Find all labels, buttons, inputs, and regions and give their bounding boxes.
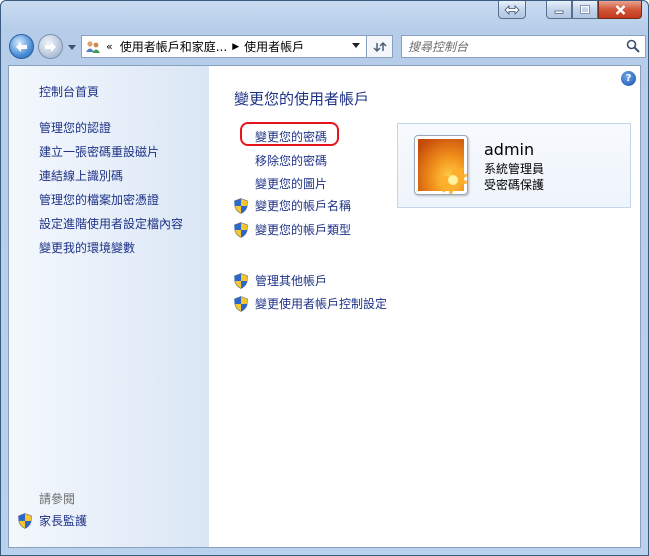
breadcrumb-separator-icon[interactable]: ▶ — [232, 42, 239, 52]
chevron-down-icon — [68, 44, 76, 50]
minimize-button[interactable] — [546, 1, 572, 19]
breadcrumb-user-accounts[interactable]: 使用者帳戶 — [244, 38, 304, 55]
close-icon — [615, 4, 625, 15]
task-label: 變更您的密碼 — [255, 130, 328, 144]
back-button[interactable] — [9, 34, 34, 59]
task-uac-settings[interactable]: 變更使用者帳戶控制設定 — [233, 295, 387, 312]
page-title: 變更您的使用者帳戶 — [234, 90, 370, 108]
restore-icon — [504, 4, 520, 15]
task-label: 移除您的密碼 — [255, 154, 328, 168]
minimize-icon — [554, 10, 564, 14]
maximize-icon — [580, 5, 590, 14]
sidebar-item-parental-controls[interactable]: 家長監護 — [17, 512, 87, 529]
caption-buttons — [498, 1, 642, 21]
forward-arrow-icon — [45, 41, 56, 52]
refresh-icon — [372, 41, 387, 52]
task-change-picture[interactable]: 變更您的圖片 — [233, 175, 327, 192]
sidebar-item-link-online-ids[interactable]: 連結線上識別碼 — [39, 167, 123, 184]
address-bar[interactable]: « 使用者帳戶和家庭... ▶ 使用者帳戶 — [81, 35, 367, 58]
flower-avatar[interactable] — [414, 135, 468, 195]
uac-shield-icon — [234, 295, 248, 312]
chevron-down-icon[interactable] — [352, 43, 360, 48]
task-change-account-type[interactable]: 變更您的帳戶類型 — [233, 221, 351, 238]
recent-pages-dropdown[interactable] — [67, 42, 77, 52]
uac-shield-icon — [234, 197, 248, 214]
task-label: 變更您的圖片 — [255, 177, 328, 191]
sidebar-item-control-panel-home[interactable]: 控制台首頁 — [39, 83, 99, 100]
users-folder-icon — [86, 40, 100, 53]
search-input[interactable] — [408, 37, 608, 56]
refresh-button[interactable] — [367, 35, 393, 58]
task-label: 變更使用者帳戶控制設定 — [255, 297, 388, 311]
uac-shield-icon — [234, 221, 248, 238]
sidebar-item-file-encryption-certificates[interactable]: 管理您的檔案加密憑證 — [39, 191, 159, 208]
restore-button[interactable] — [498, 1, 526, 19]
task-change-password[interactable]: 變更您的密碼 — [233, 128, 327, 145]
forward-button[interactable] — [38, 34, 63, 59]
sidebar-item-environment-variables[interactable]: 變更我的環境變數 — [39, 239, 135, 256]
sidebar-item-manage-credentials[interactable]: 管理您的認證 — [39, 119, 111, 136]
back-arrow-icon — [16, 41, 27, 52]
account-card: admin 系統管理員 受密碼保護 — [397, 123, 631, 208]
search-icon[interactable] — [626, 39, 640, 53]
see-also-label: 請參閱 — [39, 492, 76, 506]
task-label: 管理其他帳戶 — [255, 274, 328, 288]
sidebar-item-password-reset-disk[interactable]: 建立一張密碼重設磁片 — [39, 143, 159, 160]
breadcrumb-users-family[interactable]: 使用者帳戶和家庭... — [120, 38, 227, 55]
maximize-button[interactable] — [572, 1, 598, 19]
help-icon[interactable]: ? — [621, 71, 636, 86]
navigation-bar: « 使用者帳戶和家庭... ▶ 使用者帳戶 — [9, 33, 646, 61]
task-change-account-name[interactable]: 變更您的帳戶名稱 — [233, 197, 351, 214]
uac-shield-icon — [234, 272, 248, 289]
search-box — [401, 35, 646, 58]
task-label: 變更您的帳戶名稱 — [255, 199, 352, 213]
account-name: admin — [484, 140, 535, 159]
left-task-pane: 控制台首頁 管理您的認證 建立一張密碼重設磁片 連結線上識別碼 管理您的檔案加密… — [9, 66, 209, 547]
account-role: 系統管理員 — [484, 162, 545, 176]
flower-avatar-image — [418, 139, 467, 194]
uac-shield-icon — [18, 512, 32, 529]
task-label: 變更您的帳戶類型 — [255, 223, 352, 237]
task-remove-password[interactable]: 移除您的密碼 — [233, 152, 327, 169]
parental-controls-label: 家長監護 — [39, 514, 88, 528]
content-pane: 控制台首頁 管理您的認證 建立一張密碼重設磁片 連結線上識別碼 管理您的檔案加密… — [8, 65, 641, 548]
control-panel-window: « 使用者帳戶和家庭... ▶ 使用者帳戶 控制台首頁 管理您的認證 建立一張密… — [0, 0, 649, 556]
task-manage-other-accounts[interactable]: 管理其他帳戶 — [233, 272, 327, 289]
address-overflow[interactable]: « — [106, 40, 113, 53]
account-protection-status: 受密碼保護 — [484, 178, 545, 192]
close-button[interactable] — [598, 1, 642, 19]
sidebar-item-advanced-profile-properties[interactable]: 設定進階使用者設定檔內容 — [39, 215, 183, 232]
